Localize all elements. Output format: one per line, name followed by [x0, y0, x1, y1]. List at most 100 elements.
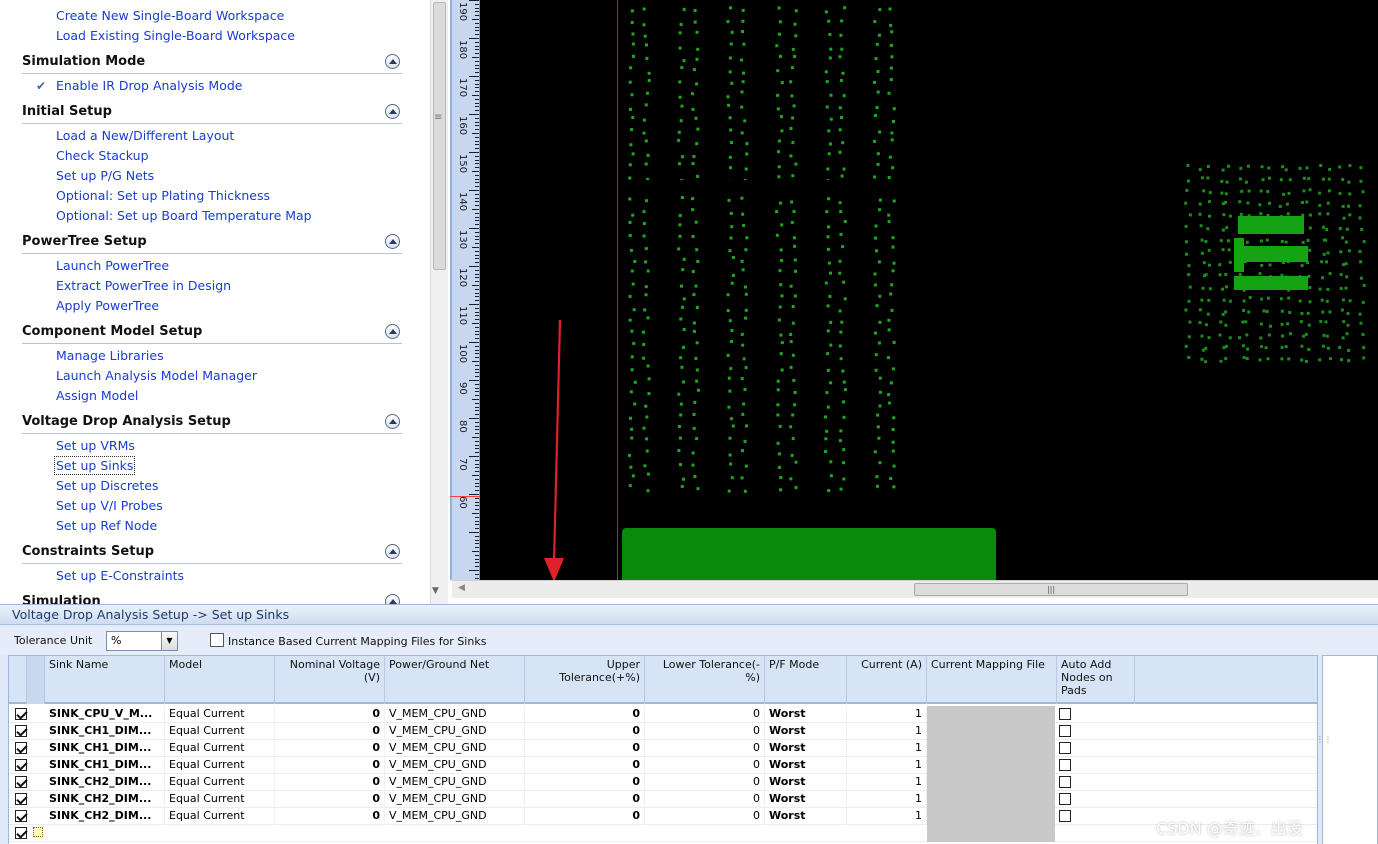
scrollbar-thumb[interactable]: |||: [914, 583, 1188, 596]
cell-power-ground-net[interactable]: V_MEM_CPU_GND: [385, 706, 525, 723]
cell-current[interactable]: 1: [847, 740, 927, 757]
collapse-up-icon[interactable]: [385, 234, 400, 249]
cell-lower-tolerance[interactable]: 0: [645, 774, 765, 791]
scroll-down-icon[interactable]: ▼: [432, 586, 439, 596]
task-setup-vi-probes[interactable]: Set up V/I Probes: [56, 498, 163, 513]
canvas-horizontal-scrollbar[interactable]: ◀ |||: [452, 580, 1378, 598]
auto-add-nodes-checkbox[interactable]: [1059, 725, 1071, 737]
row-select-checkbox[interactable]: [15, 742, 27, 754]
task-load-workspace[interactable]: Load Existing Single-Board Workspace: [56, 28, 295, 43]
cell-pf-mode[interactable]: Worst: [765, 774, 847, 791]
cell-current-mapping-file[interactable]: [927, 774, 1055, 791]
instance-mapping-checkbox[interactable]: [210, 633, 224, 647]
task-setup-pg-nets[interactable]: Set up P/G Nets: [56, 168, 154, 183]
task-analysis-model-manager[interactable]: Launch Analysis Model Manager: [56, 368, 257, 383]
cell-model[interactable]: Equal Current: [165, 791, 275, 808]
cell-nominal-voltage[interactable]: 0: [275, 740, 385, 757]
cell-current-mapping-file[interactable]: [927, 808, 1055, 825]
tolerance-unit-select[interactable]: % ▼: [106, 631, 178, 651]
table-row[interactable]: SINK_CH2_DIM... Equal Current 0 V_MEM_CPU_G…: [9, 774, 1317, 791]
cell-sink-name[interactable]: SINK_CH2_DIM...: [45, 791, 165, 808]
col-nominal-voltage[interactable]: Nominal Voltage (V): [275, 656, 385, 704]
cell-pf-mode[interactable]: Worst: [765, 740, 847, 757]
task-assign-model[interactable]: Assign Model: [56, 388, 138, 403]
cell-upper-tolerance[interactable]: 0: [525, 723, 645, 740]
task-setup-sinks[interactable]: Set up Sinks: [53, 456, 136, 475]
cell-power-ground-net[interactable]: V_MEM_CPU_GND: [385, 723, 525, 740]
row-select-checkbox[interactable]: [15, 725, 27, 737]
auto-add-nodes-checkbox[interactable]: [1059, 759, 1071, 771]
row-select-checkbox[interactable]: [15, 810, 27, 822]
col-current-mapping-file[interactable]: Current Mapping File: [927, 656, 1057, 704]
cell-upper-tolerance[interactable]: 0: [525, 774, 645, 791]
collapse-up-icon[interactable]: [385, 324, 400, 339]
cell-current-mapping-file[interactable]: [927, 740, 1055, 757]
layout-canvas[interactable]: [480, 0, 1378, 580]
cell-lower-tolerance[interactable]: 0: [645, 808, 765, 825]
collapse-up-icon[interactable]: [385, 594, 400, 604]
row-select-checkbox[interactable]: [15, 793, 27, 805]
cell-pf-mode[interactable]: Worst: [765, 791, 847, 808]
auto-add-nodes-checkbox[interactable]: [1059, 776, 1071, 788]
cell-sink-name[interactable]: SINK_CH1_DIM...: [45, 757, 165, 774]
col-sink-name[interactable]: Sink Name: [45, 656, 165, 704]
task-launch-powertree[interactable]: Launch PowerTree: [56, 258, 169, 273]
task-plating-thickness[interactable]: Optional: Set up Plating Thickness: [56, 188, 270, 203]
cell-sink-name[interactable]: SINK_CH2_DIM...: [45, 774, 165, 791]
cell-pf-mode[interactable]: Worst: [765, 706, 847, 723]
table-row[interactable]: SINK_CH1_DIM... Equal Current 0 V_MEM_CPU_G…: [9, 723, 1317, 740]
cell-current[interactable]: 1: [847, 774, 927, 791]
cell-power-ground-net[interactable]: V_MEM_CPU_GND: [385, 791, 525, 808]
task-setup-vrms[interactable]: Set up VRMs: [56, 438, 135, 453]
col-upper-tolerance[interactable]: Upper Tolerance(+%): [525, 656, 645, 704]
cell-current-mapping-file[interactable]: [927, 723, 1055, 740]
cell-lower-tolerance[interactable]: 0: [645, 791, 765, 808]
table-row[interactable]: SINK_CH1_DIM... Equal Current 0 V_MEM_CPU_G…: [9, 757, 1317, 774]
cell-upper-tolerance[interactable]: 0: [525, 706, 645, 723]
cell-current[interactable]: 1: [847, 723, 927, 740]
cell-upper-tolerance[interactable]: 0: [525, 757, 645, 774]
cell-model[interactable]: Equal Current: [165, 740, 275, 757]
table-row[interactable]: SINK_CPU_V_M... Equal Current 0 V_MEM_CPU_G…: [9, 706, 1317, 723]
col-power-ground-net[interactable]: Power/Ground Net: [385, 656, 525, 704]
cell-nominal-voltage[interactable]: 0: [275, 706, 385, 723]
col-model[interactable]: Model: [165, 656, 275, 704]
cell-power-ground-net[interactable]: V_MEM_CPU_GND: [385, 740, 525, 757]
row-select-checkbox[interactable]: [15, 827, 27, 839]
col-auto-add-nodes[interactable]: Auto Add Nodes on Pads: [1057, 656, 1135, 704]
new-record-row[interactable]: [9, 825, 1317, 842]
auto-add-nodes-checkbox[interactable]: [1059, 810, 1071, 822]
workflow-scrollbar[interactable]: [430, 0, 448, 604]
cell-model[interactable]: Equal Current: [165, 808, 275, 825]
collapse-up-icon[interactable]: [385, 414, 400, 429]
task-create-workspace[interactable]: Create New Single-Board Workspace: [56, 8, 284, 23]
splitter-grip-icon[interactable]: ⋮⋮: [1316, 735, 1332, 744]
cell-current[interactable]: 1: [847, 757, 927, 774]
cell-model[interactable]: Equal Current: [165, 723, 275, 740]
cell-nominal-voltage[interactable]: 0: [275, 808, 385, 825]
cell-pf-mode[interactable]: Worst: [765, 757, 847, 774]
cell-lower-tolerance[interactable]: 0: [645, 757, 765, 774]
collapse-up-icon[interactable]: [385, 54, 400, 69]
cell-pf-mode[interactable]: Worst: [765, 808, 847, 825]
row-select-checkbox[interactable]: [15, 776, 27, 788]
col-lower-tolerance[interactable]: Lower Tolerance(-%): [645, 656, 765, 704]
collapse-up-icon[interactable]: [385, 104, 400, 119]
cell-power-ground-net[interactable]: V_MEM_CPU_GND: [385, 808, 525, 825]
auto-add-nodes-checkbox[interactable]: [1059, 793, 1071, 805]
cell-current-mapping-file[interactable]: [927, 825, 1055, 842]
auto-add-nodes-checkbox[interactable]: [1059, 708, 1071, 720]
cell-lower-tolerance[interactable]: 0: [645, 740, 765, 757]
cell-current-mapping-file[interactable]: [927, 757, 1055, 774]
cell-lower-tolerance[interactable]: 0: [645, 706, 765, 723]
task-setup-e-constraints[interactable]: Set up E-Constraints: [56, 568, 184, 583]
table-row[interactable]: SINK_CH2_DIM... Equal Current 0 V_MEM_CPU_G…: [9, 808, 1317, 825]
cell-sink-name[interactable]: SINK_CH1_DIM...: [45, 723, 165, 740]
cell-power-ground-net[interactable]: V_MEM_CPU_GND: [385, 774, 525, 791]
table-row[interactable]: SINK_CH1_DIM... Equal Current 0 V_MEM_CPU_G…: [9, 740, 1317, 757]
cell-nominal-voltage[interactable]: 0: [275, 723, 385, 740]
auto-add-nodes-checkbox[interactable]: [1059, 742, 1071, 754]
task-extract-powertree[interactable]: Extract PowerTree in Design: [56, 278, 231, 293]
cell-upper-tolerance[interactable]: 0: [525, 808, 645, 825]
task-setup-ref-node[interactable]: Set up Ref Node: [56, 518, 157, 533]
